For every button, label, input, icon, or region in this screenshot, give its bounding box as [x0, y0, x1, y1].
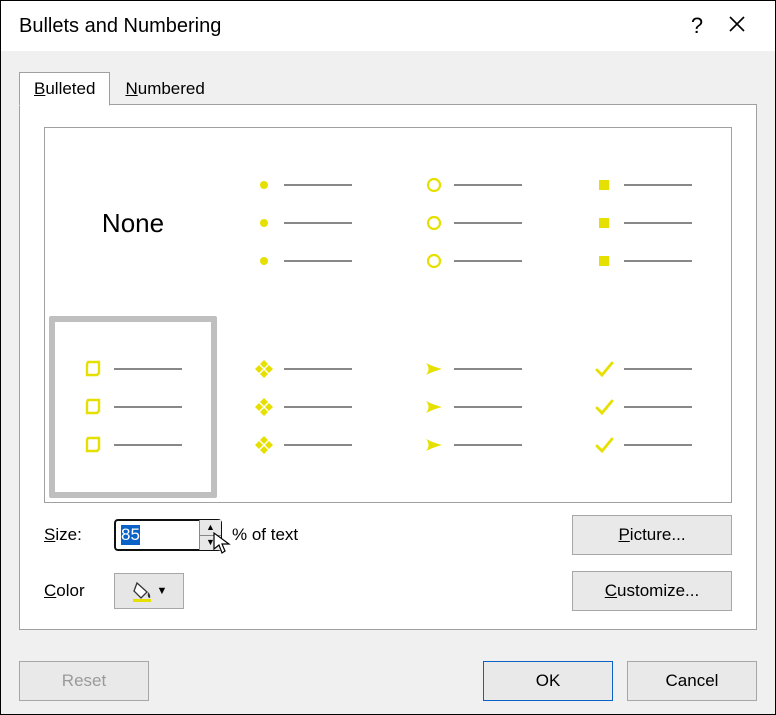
color-picker-button[interactable]: ▼ [114, 573, 184, 609]
size-step-down[interactable]: ▼ [200, 536, 221, 551]
size-suffix: % of text [224, 525, 344, 545]
close-button[interactable] [717, 13, 757, 39]
filled-circle-icon [254, 175, 274, 195]
bulleted-tab-page: None [19, 105, 757, 630]
bullet-style-checkmark[interactable] [559, 316, 727, 498]
bullet-style-hollow-square[interactable] [49, 316, 217, 498]
picture-button[interactable]: Picture... [572, 515, 732, 555]
bullet-style-hollow-circle[interactable] [389, 132, 557, 314]
tab-numbered[interactable]: Numbered [110, 72, 219, 105]
bullet-style-four-diamonds[interactable] [219, 316, 387, 498]
bullets-numbering-dialog: Bullets and Numbering ? Bulleted Numbere… [0, 0, 776, 715]
reset-button: Reset [19, 661, 149, 701]
bullet-style-none[interactable]: None [49, 132, 217, 314]
tab-strip: Bulleted Numbered [19, 69, 757, 105]
customize-button[interactable]: Customize... [572, 571, 732, 611]
cancel-button[interactable]: Cancel [627, 661, 757, 701]
chevron-down-icon: ▼ [157, 585, 168, 597]
size-label: Size: [44, 525, 114, 545]
size-spinner: ▲ ▼ [114, 519, 222, 551]
bullet-style-filled-square[interactable] [559, 132, 727, 314]
tab-bulleted[interactable]: Bulleted [19, 72, 110, 106]
dialog-title: Bullets and Numbering [19, 15, 677, 38]
close-icon [728, 15, 746, 33]
bullet-style-filled-circle[interactable] [219, 132, 387, 314]
size-step-up[interactable]: ▲ [200, 520, 221, 536]
bullet-style-gallery: None [44, 127, 732, 503]
titlebar: Bullets and Numbering ? [1, 1, 775, 51]
checkmark-icon [594, 359, 614, 379]
hollow-circle-icon [424, 175, 444, 195]
paint-bucket-icon [131, 580, 153, 602]
ok-button[interactable]: OK [483, 661, 613, 701]
color-label: Color [44, 581, 114, 601]
help-button[interactable]: ? [677, 13, 717, 39]
four-diamonds-icon [254, 359, 274, 379]
dialog-footer: Reset OK Cancel [1, 648, 775, 714]
controls-area: Size: ▲ ▼ % of text Picture... [44, 515, 732, 611]
dialog-body: Bulleted Numbered None [1, 51, 775, 648]
filled-square-icon [594, 175, 614, 195]
hollow-square-icon [84, 359, 104, 379]
bullet-style-arrowhead[interactable] [389, 316, 557, 498]
arrowhead-icon [424, 359, 444, 379]
